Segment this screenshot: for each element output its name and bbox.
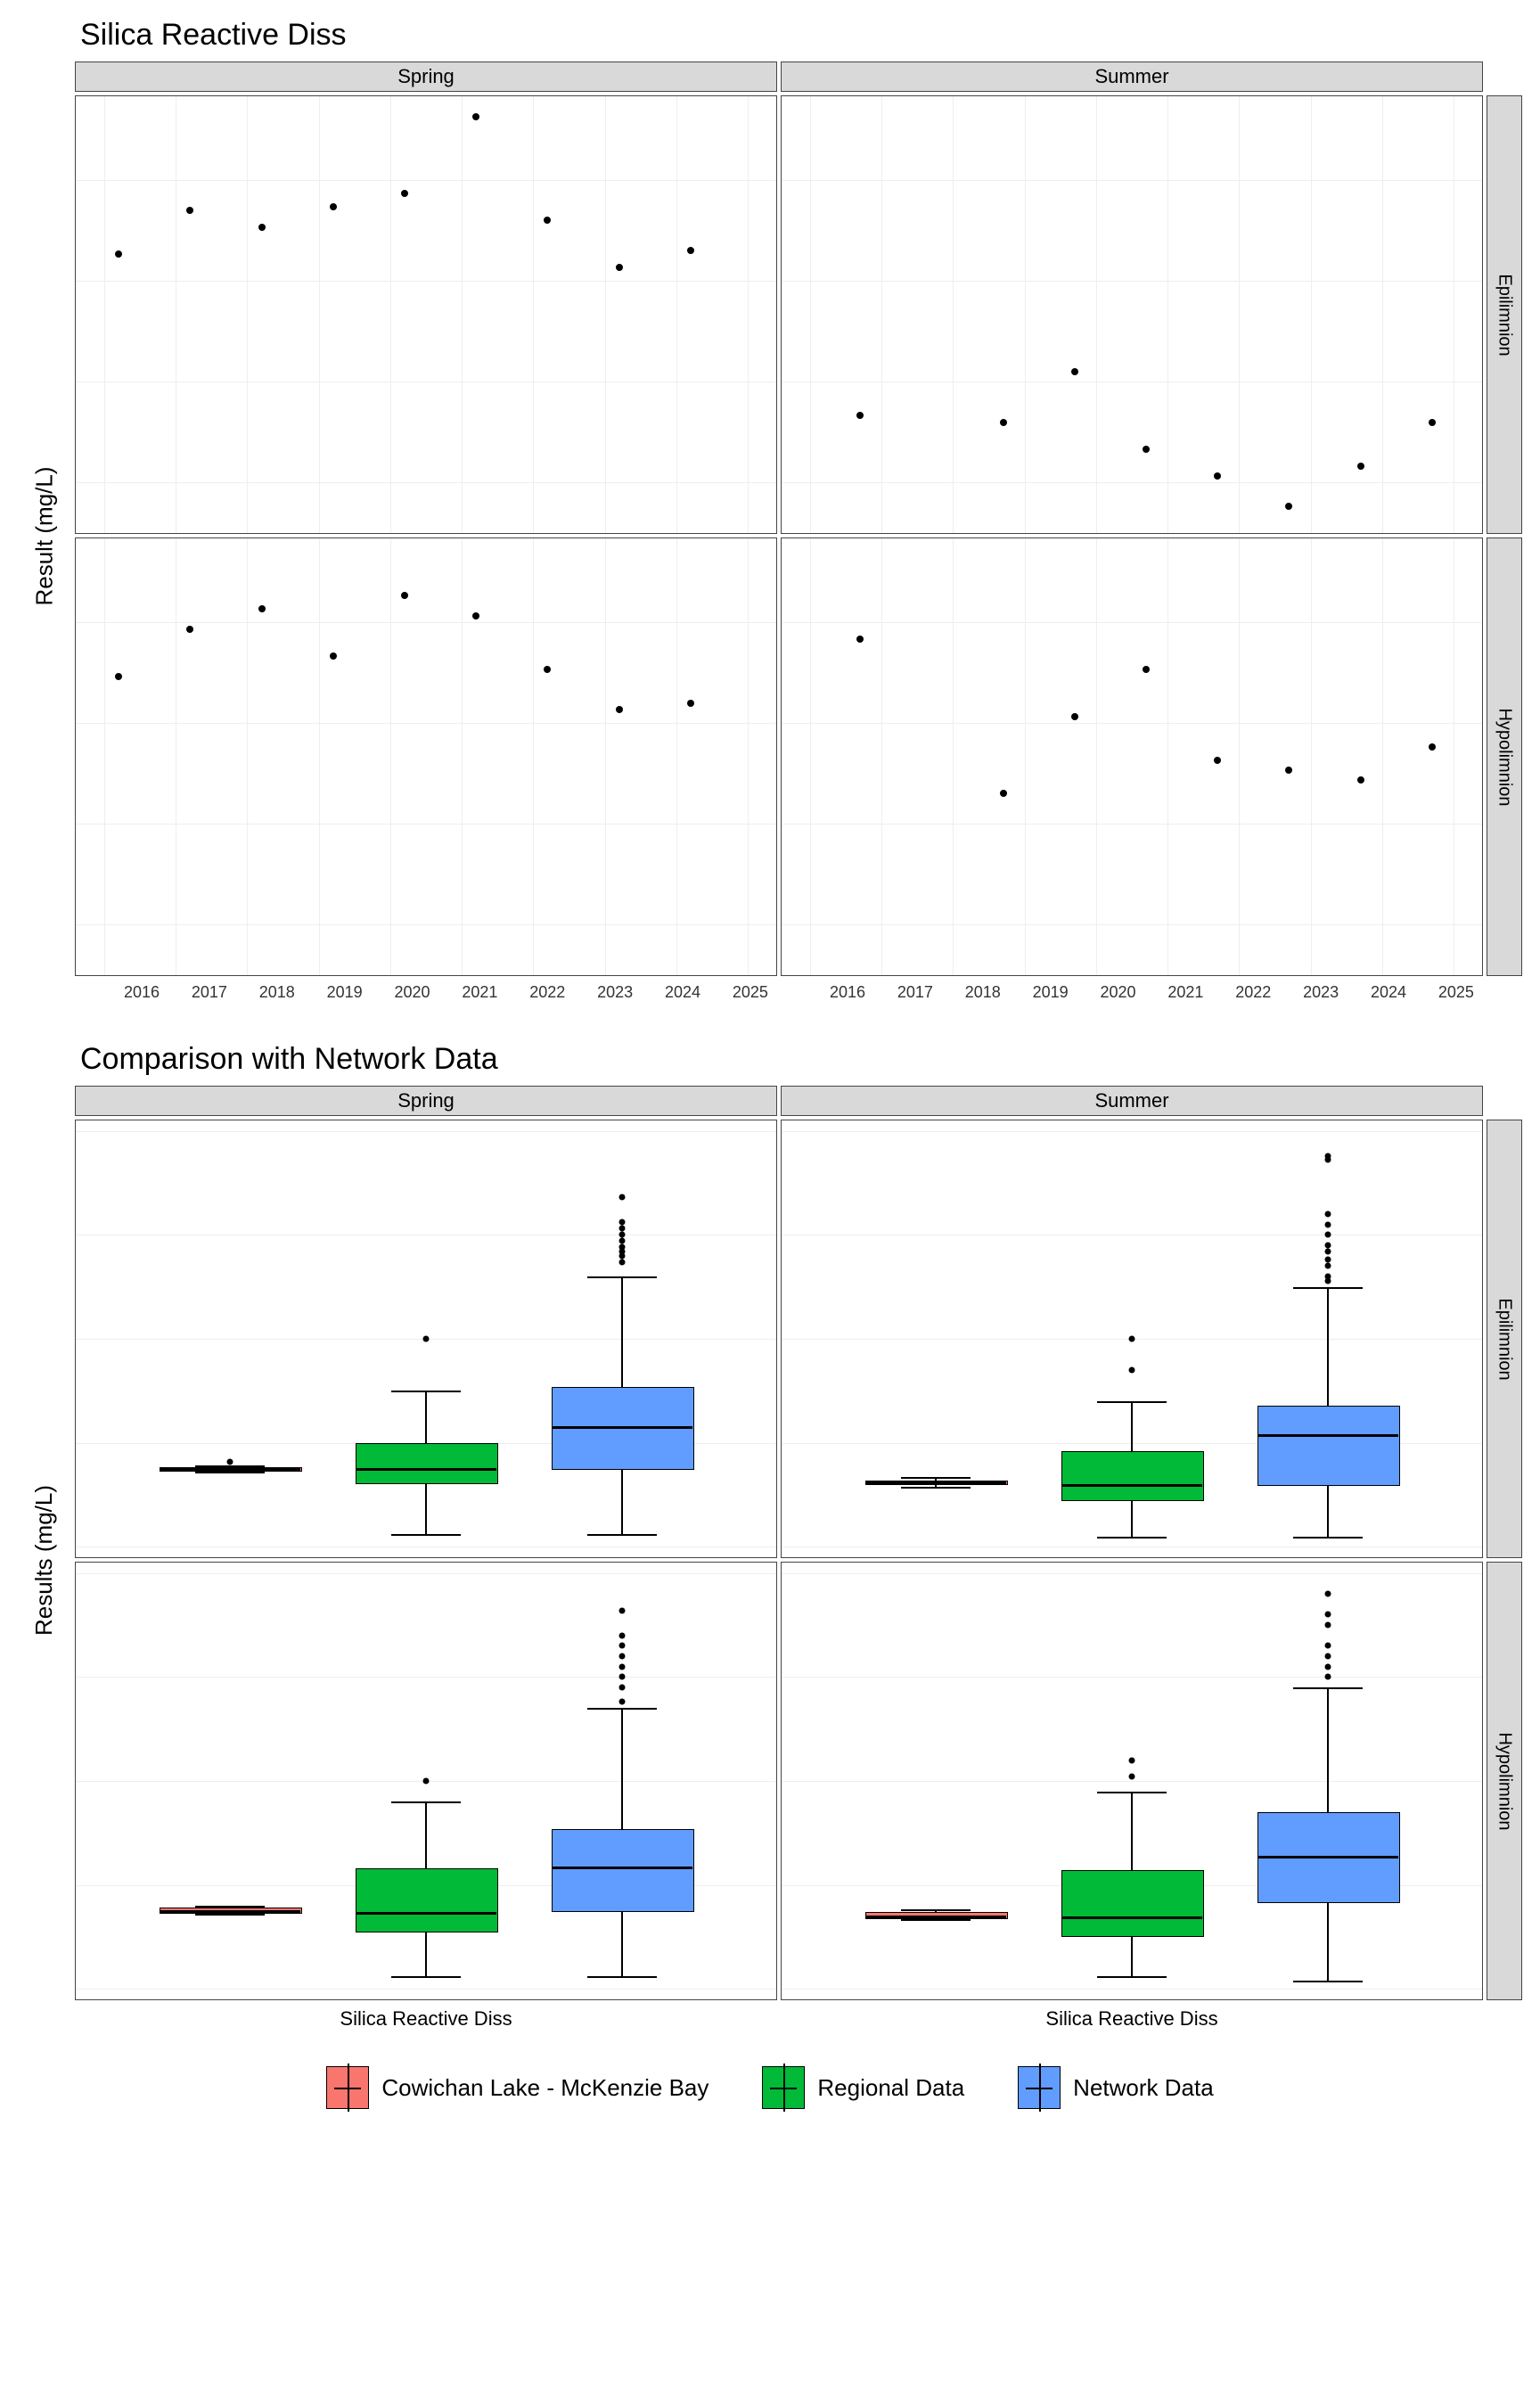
legend-label: Network Data xyxy=(1073,2074,1214,2102)
boxplot-chart-block: Comparison with Network Data Results (mg… xyxy=(18,1042,1522,2031)
col-strip-summer: Summer xyxy=(781,62,1483,92)
legend-swatch xyxy=(326,2066,369,2109)
row-strip-epilimnion: Epilimnion xyxy=(1487,1120,1522,1558)
chart-title: Silica Reactive Diss xyxy=(80,18,1522,53)
row-strip-epilimnion: Epilimnion xyxy=(1487,95,1522,534)
panel-summer-epilimnion xyxy=(781,95,1483,534)
legend-label: Regional Data xyxy=(817,2074,964,2102)
scatter-facet-grid: Result (mg/L) Spring Summer 3.03.33.63.9… xyxy=(18,62,1522,1006)
row-strip-hypolimnion: Hypolimnion xyxy=(1487,537,1522,976)
col-strip-spring: Spring xyxy=(75,62,777,92)
row-strip-hypolimnion: Hypolimnion xyxy=(1487,1562,1522,2000)
panel-summer-hypolimnion xyxy=(781,537,1483,976)
panel-spring-epilimnion: 05101520 xyxy=(75,1120,777,1558)
col-strip-summer: Summer xyxy=(781,1086,1483,1116)
legend: Cowichan Lake - McKenzie Bay Regional Da… xyxy=(18,2066,1522,2109)
y-axis-title: Result (mg/L) xyxy=(18,95,71,976)
legend-item-cowichan: Cowichan Lake - McKenzie Bay xyxy=(326,2066,709,2109)
legend-item-network: Network Data xyxy=(1018,2066,1214,2109)
x-label-spring: Silica Reactive Diss xyxy=(75,2004,777,2031)
legend-swatch xyxy=(1018,2066,1061,2109)
legend-label: Cowichan Lake - McKenzie Bay xyxy=(381,2074,709,2102)
panel-spring-hypolimnion: 05101520 xyxy=(75,1562,777,2000)
legend-item-regional: Regional Data xyxy=(762,2066,964,2109)
col-strip-spring: Spring xyxy=(75,1086,777,1116)
scatter-chart-block: Silica Reactive Diss Result (mg/L) Sprin… xyxy=(18,18,1522,1006)
x-ticks-spring: 2016201720182019202020212022202320242025 xyxy=(75,980,777,1006)
panel-summer-epilimnion xyxy=(781,1120,1483,1558)
panel-summer-hypolimnion xyxy=(781,1562,1483,2000)
panel-spring-hypolimnion: 3.03.33.63.9 xyxy=(75,537,777,976)
y-axis-title: Results (mg/L) xyxy=(18,1120,71,2000)
legend-swatch xyxy=(762,2066,805,2109)
boxplot-facet-grid: Results (mg/L) Spring Summer 05101520 Ep… xyxy=(18,1086,1522,2031)
panel-spring-epilimnion: 3.03.33.63.9 xyxy=(75,95,777,534)
chart-title: Comparison with Network Data xyxy=(80,1042,1522,1077)
x-ticks-summer: 2016201720182019202020212022202320242025 xyxy=(781,980,1483,1006)
x-label-summer: Silica Reactive Diss xyxy=(781,2004,1483,2031)
